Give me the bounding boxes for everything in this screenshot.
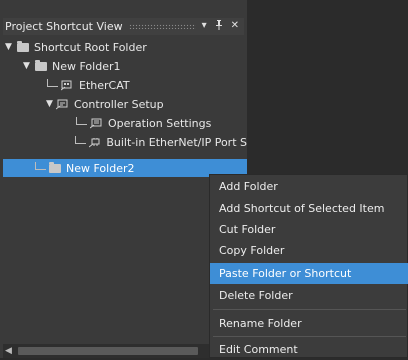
dropdown-icon[interactable]: ▾ bbox=[202, 20, 207, 33]
controller-setup-shortcut-icon bbox=[56, 99, 69, 110]
expand-triangle-icon[interactable]: ▼ bbox=[46, 99, 55, 109]
expand-triangle-icon[interactable]: ▼ bbox=[5, 42, 14, 52]
tree-item-shortcut-root-folder[interactable]: ▼ Shortcut Root Folder bbox=[3, 38, 247, 56]
tree-connector bbox=[47, 79, 58, 87]
context-menu: Add Folder Add Shortcut of Selected Item… bbox=[209, 174, 408, 358]
panel-titlebar[interactable]: Project Shortcut View ▾ ✕ bbox=[3, 18, 244, 35]
tree-item-label: EtherCAT bbox=[79, 78, 130, 92]
tree-item-operation-settings[interactable]: Operation Settings bbox=[3, 114, 247, 132]
menu-item-rename-folder[interactable]: Rename Folder bbox=[210, 313, 408, 334]
tree-item-label: Controller Setup bbox=[74, 97, 164, 111]
panel-grip[interactable] bbox=[128, 24, 196, 29]
folder-icon bbox=[49, 161, 61, 173]
operation-settings-shortcut-icon bbox=[90, 118, 103, 129]
tree-item-controller-setup[interactable]: ▼ Controller Setup bbox=[3, 95, 247, 113]
ethercat-shortcut-icon bbox=[61, 80, 74, 91]
tree-connector bbox=[74, 136, 86, 144]
folder-icon bbox=[35, 59, 47, 71]
close-icon[interactable]: ✕ bbox=[231, 20, 239, 33]
menu-separator bbox=[213, 336, 406, 337]
pin-icon[interactable] bbox=[215, 20, 223, 33]
tree-item-label: New Folder2 bbox=[66, 161, 135, 175]
tree-connector bbox=[76, 117, 87, 125]
tree-connector bbox=[35, 162, 46, 170]
menu-separator bbox=[213, 309, 406, 310]
menu-item-edit-comment[interactable]: Edit Comment bbox=[210, 339, 408, 360]
menu-item-delete-folder[interactable]: Delete Folder bbox=[210, 285, 408, 306]
expand-triangle-icon[interactable]: ▼ bbox=[23, 61, 32, 71]
menu-item-copy-folder[interactable]: Copy Folder bbox=[210, 240, 408, 261]
panel-title: Project Shortcut View bbox=[5, 20, 123, 33]
menu-item-cut-folder[interactable]: Cut Folder bbox=[210, 219, 408, 240]
menu-item-add-folder[interactable]: Add Folder bbox=[210, 176, 408, 197]
tree-item-label: Operation Settings bbox=[108, 116, 212, 130]
tree-item-label: Shortcut Root Folder bbox=[34, 40, 147, 54]
tree-item-label: Built-in EtherNet/IP Port S bbox=[106, 135, 247, 149]
tree-item-built-in-ethernet-ip-port[interactable]: Built-in EtherNet/IP Port S bbox=[3, 133, 247, 151]
tree-item-ethercat[interactable]: EtherCAT bbox=[3, 76, 247, 94]
folder-icon bbox=[17, 40, 29, 52]
scroll-left-icon[interactable]: ◀ bbox=[5, 346, 12, 356]
scrollbar-thumb[interactable] bbox=[18, 347, 198, 355]
ethernet-port-shortcut-icon bbox=[88, 137, 102, 148]
shortcut-tree: ▼ Shortcut Root Folder ▼ New Folder1 Eth… bbox=[3, 38, 247, 178]
menu-item-add-shortcut[interactable]: Add Shortcut of Selected Item bbox=[210, 198, 408, 219]
tree-item-label: New Folder1 bbox=[52, 59, 121, 73]
menu-item-paste-folder-or-shortcut[interactable]: Paste Folder or Shortcut bbox=[210, 263, 408, 284]
tree-item-new-folder1[interactable]: ▼ New Folder1 bbox=[3, 57, 247, 75]
